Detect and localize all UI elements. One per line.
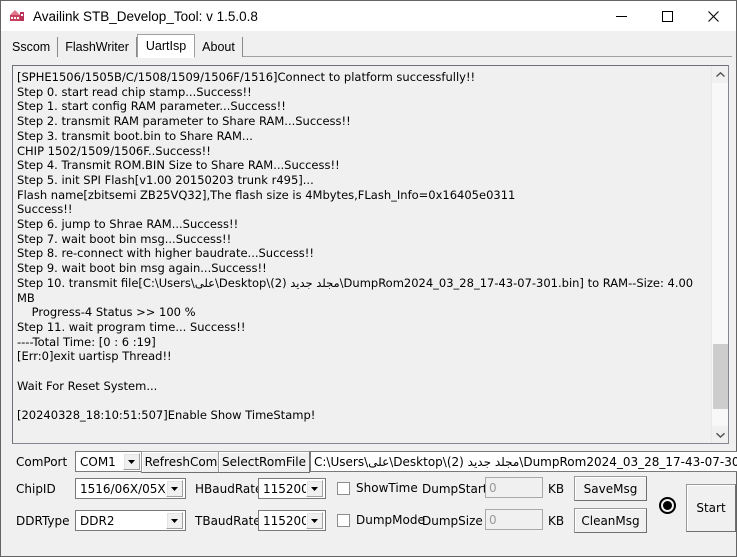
start-button[interactable]: Start: [686, 484, 736, 532]
tab-sscom-label: Sscom: [12, 40, 51, 54]
tab-sscom[interactable]: Sscom: [5, 37, 59, 57]
chevron-down-icon[interactable]: [123, 453, 140, 470]
refresh-com-button[interactable]: RefreshCom: [141, 451, 221, 473]
tbaudrate-label: TBaudRate: [195, 514, 261, 528]
dumpmode-checkbox[interactable]: DumpMode: [337, 513, 425, 527]
dumpmode-checkbox-box[interactable]: [337, 513, 350, 527]
log-line: CHIP 1502/1509/1506F..Success!!: [17, 143, 211, 158]
save-msg-button[interactable]: SaveMsg: [574, 476, 647, 501]
rom-path-input[interactable]: C:\Users\على\Desktop\مجلد جديد (2)\DumpR…: [310, 451, 737, 472]
scroll-thumb[interactable]: [713, 343, 728, 409]
save-msg-label: SaveMsg: [583, 481, 638, 496]
log-line: Step 11. wait program time... Success!!: [17, 319, 246, 334]
tab-uartisp-label: UartIsp: [145, 39, 187, 53]
chevron-down-icon[interactable]: [166, 512, 183, 529]
comport-select[interactable]: COM1: [75, 451, 143, 472]
dumpsize-label: DumpSize: [422, 514, 483, 528]
log-line: Flash name[zbitsemi ZB25VQ32],The flash …: [17, 187, 516, 202]
scroll-down-arrow-icon[interactable]: [712, 426, 728, 443]
log-line: Step 5. init SPI Flash[v1.00 20150203 tr…: [17, 172, 314, 187]
log-line: [SPHE1506/1505B/C/1508/1509/1506F/1516]C…: [17, 70, 476, 84]
tbaudrate-select[interactable]: 115200: [258, 510, 326, 531]
dumpsize-input[interactable]: 0: [485, 509, 543, 530]
clean-msg-button[interactable]: CleanMsg: [574, 508, 647, 533]
log-line: Step 10. transmit file[C:\Users\على\Desk…: [17, 275, 697, 305]
select-rom-file-label: SelectRomFile: [222, 455, 306, 469]
tab-uartisp[interactable]: UartIsp: [136, 34, 196, 58]
refresh-com-label: RefreshCom: [144, 455, 218, 469]
tab-about-label: About: [202, 40, 235, 54]
log-scrollbar[interactable]: [711, 66, 728, 443]
log-line: Step 9. wait boot bin msg again...Succes…: [17, 261, 267, 276]
chevron-down-icon[interactable]: [306, 512, 323, 529]
status-led-core: [663, 501, 672, 510]
window-controls: [598, 1, 736, 31]
showtime-label: ShowTime: [356, 481, 418, 495]
window-title: Availink STB_Develop_Tool: v 1.5.0.8: [33, 8, 258, 24]
tab-about[interactable]: About: [195, 37, 243, 57]
ddrtype-label: DDRType: [16, 514, 70, 528]
tab-flashwriter-label: FlashWriter: [65, 40, 129, 54]
scroll-up-arrow-icon[interactable]: [712, 66, 728, 83]
clean-msg-label: CleanMsg: [581, 513, 640, 528]
tab-flashwriter[interactable]: FlashWriter: [58, 37, 137, 57]
dumpsize-unit-label: KB: [548, 514, 565, 528]
log-line: Progress-4 Status >> 100 %: [17, 305, 196, 320]
dumpstart-label: DumpStart: [422, 482, 488, 496]
dumpstart-unit-label: KB: [548, 482, 565, 496]
dumpsize-value: 0: [489, 512, 497, 527]
hbaudrate-value: 115200: [263, 481, 306, 496]
close-button[interactable]: [690, 1, 736, 31]
tbaudrate-value: 115200: [263, 513, 306, 528]
maximize-button[interactable]: [644, 1, 690, 31]
hbaudrate-select[interactable]: 115200: [258, 478, 326, 499]
comport-label: ComPort: [16, 455, 68, 469]
log-line: Wait For Reset System...: [17, 378, 158, 393]
log-line: Step 2. transmit RAM parameter to Share …: [17, 114, 351, 129]
comport-value: COM1: [80, 454, 116, 469]
log-line: Success!!: [17, 202, 73, 217]
log-line: Step 4. Transmit ROM.BIN Size to Share R…: [17, 158, 340, 173]
chevron-down-icon[interactable]: [306, 480, 323, 497]
log-line: [Err:0]exit uartisp Thread!!: [17, 349, 172, 364]
log-textarea[interactable]: [SPHE1506/1505B/C/1508/1509/1506F/1516]C…: [13, 66, 711, 443]
log-line: Step 0. start read chip stamp...Success!…: [17, 84, 252, 99]
control-panel: ComPort COM1 RefreshCom SelectRomFile C:…: [13, 449, 737, 556]
client-area: [SPHE1506/1505B/C/1508/1509/1506F/1516]C…: [1, 57, 737, 556]
tab-strip: Sscom FlashWriter UartIsp About: [1, 31, 736, 58]
app-window: Availink STB_Develop_Tool: v 1.5.0.8 Ssc…: [0, 0, 737, 557]
ddrtype-value: DDR2: [80, 513, 115, 528]
hbaudrate-label: HBaudRate: [195, 482, 263, 496]
chipid-value: 1516/06X/05X/0: [80, 481, 166, 496]
select-rom-file-button[interactable]: SelectRomFile: [218, 451, 310, 473]
dumpstart-value: 0: [489, 480, 497, 495]
minimize-button[interactable]: [598, 1, 644, 31]
dumpmode-label: DumpMode: [356, 513, 425, 527]
log-line: Step 7. wait boot bin msg...Success!!: [17, 231, 232, 246]
log-line: Step 1. start config RAM parameter...Suc…: [17, 99, 286, 114]
start-label: Start: [696, 501, 726, 515]
chipid-label: ChipID: [16, 482, 56, 496]
ddrtype-select[interactable]: DDR2: [75, 510, 186, 531]
app-icon: [9, 8, 25, 24]
log-line: ----Total Time: [0 : 6 :19]: [17, 334, 156, 349]
title-bar: Availink STB_Develop_Tool: v 1.5.0.8: [1, 1, 736, 31]
log-line: Step 6. jump to Shrae RAM...Success!!: [17, 217, 239, 232]
chevron-down-icon[interactable]: [166, 480, 183, 497]
showtime-checkbox-box[interactable]: [337, 481, 350, 495]
showtime-checkbox[interactable]: ShowTime: [337, 481, 418, 495]
log-line: Step 3. transmit boot.bin to Share RAM..…: [17, 128, 253, 143]
chipid-select[interactable]: 1516/06X/05X/0: [75, 478, 186, 499]
dumpstart-input[interactable]: 0: [485, 477, 543, 498]
log-line: Step 8. re-connect with higher baudrate.…: [17, 246, 315, 261]
log-output-panel: [SPHE1506/1505B/C/1508/1509/1506F/1516]C…: [12, 65, 729, 444]
rom-path-value: C:\Users\على\Desktop\مجلد جديد (2)\DumpR…: [314, 454, 737, 469]
log-line: [20240328_18:10:51:507]Enable Show TimeS…: [17, 408, 316, 423]
